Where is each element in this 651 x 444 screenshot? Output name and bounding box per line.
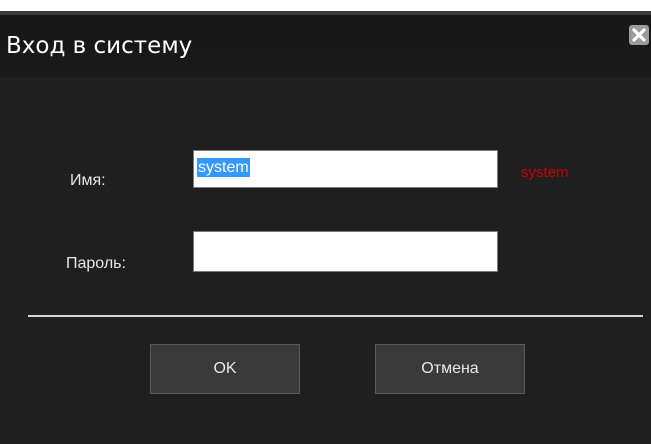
username-label: Имя: — [70, 172, 106, 189]
cancel-button[interactable]: Отмена — [375, 344, 525, 394]
close-icon — [632, 28, 646, 42]
dialog-titlebar[interactable]: Вход в систему — [0, 11, 651, 77]
divider — [28, 315, 643, 317]
ok-button[interactable]: OK — [150, 344, 300, 394]
close-button[interactable] — [629, 25, 649, 45]
username-hint: system — [521, 164, 569, 181]
cancel-button-label: Отмена — [421, 360, 479, 377]
dialog-title: Вход в систему — [6, 33, 193, 59]
titlebar-highlight — [0, 11, 651, 15]
username-value: system — [197, 158, 250, 177]
password-label: Пароль: — [66, 255, 126, 272]
ok-button-label: OK — [213, 360, 237, 377]
username-input[interactable]: system — [193, 150, 498, 188]
password-input[interactable] — [193, 231, 498, 272]
login-dialog: Вход в систему Имя: system system Пароль… — [0, 11, 651, 444]
